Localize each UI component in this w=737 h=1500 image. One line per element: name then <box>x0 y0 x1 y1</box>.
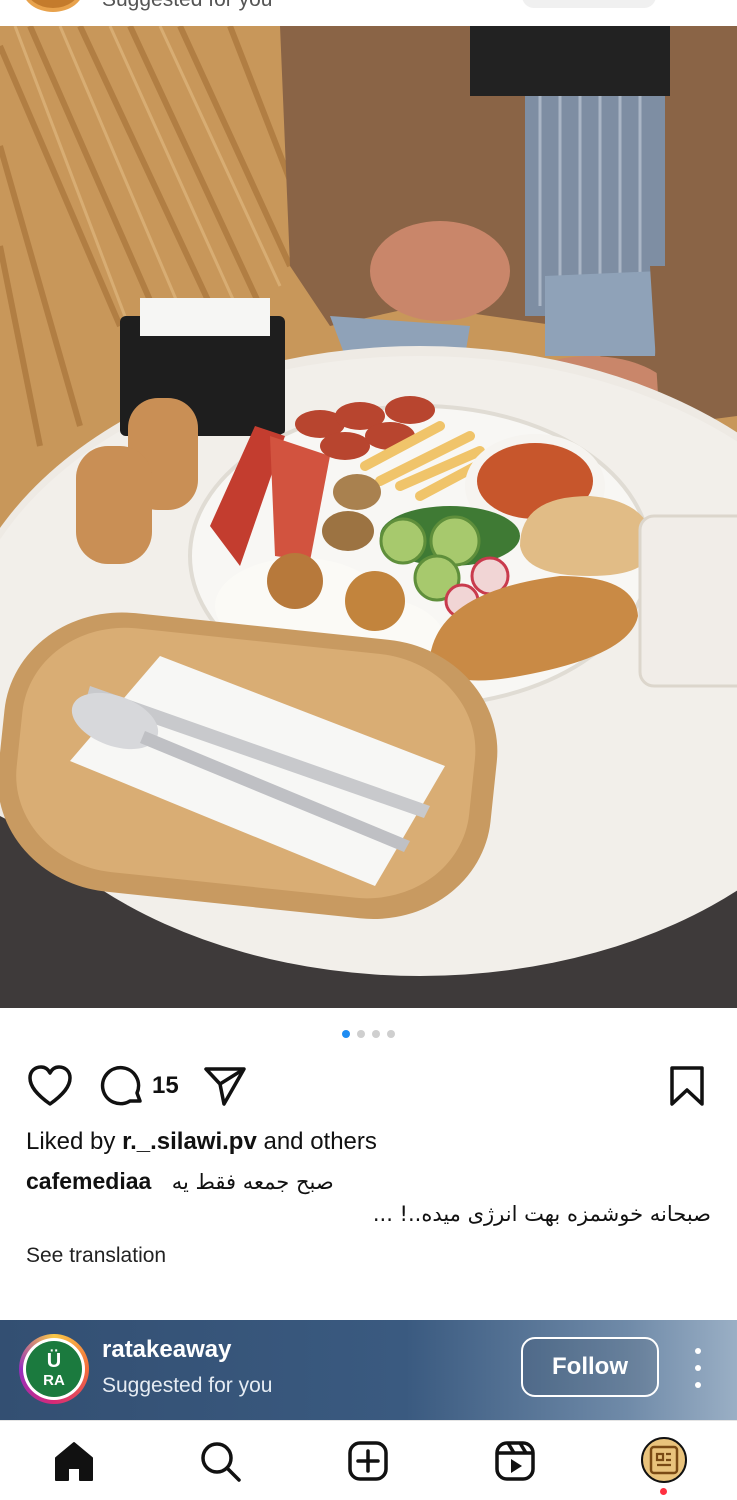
more-options-icon[interactable] <box>684 1348 712 1388</box>
paper-plane-icon <box>204 1067 246 1106</box>
follow-button[interactable] <box>522 0 656 8</box>
nav-reels[interactable] <box>493 1439 537 1483</box>
next-post-header: Ü RA ratakeaway Suggested for you Follow <box>0 1320 737 1420</box>
suggested-label: Suggested for you <box>102 0 272 12</box>
notification-dot <box>660 1488 667 1495</box>
carousel-dot-active <box>342 1030 350 1038</box>
profile-logo-icon <box>649 1445 679 1475</box>
liked-by-user[interactable]: r._.silawi.pv <box>122 1128 257 1155</box>
bottom-nav <box>0 1420 737 1500</box>
heart-icon <box>28 1065 72 1106</box>
avatar: Ü RA <box>23 1338 85 1400</box>
comment-count: 15 <box>152 1072 179 1099</box>
avatar-logo: Ü RA <box>26 1341 82 1397</box>
dot <box>695 1382 701 1388</box>
home-icon <box>55 1442 93 1481</box>
share-button[interactable] <box>202 1062 248 1110</box>
caption-text-more[interactable]: صبحانه خوشمزه بهت انرژی میده..! ... <box>373 1202 711 1226</box>
carousel-dot <box>357 1030 365 1038</box>
logo-glyph: Ü <box>46 1349 62 1372</box>
avatar-text: RA <box>43 1371 65 1389</box>
post-image[interactable] <box>0 26 737 1008</box>
bookmark-icon <box>670 1066 704 1106</box>
carousel-dot <box>372 1030 380 1038</box>
nav-search[interactable] <box>198 1439 242 1483</box>
plus-square-icon <box>348 1441 388 1481</box>
profile-avatar <box>643 1439 685 1481</box>
liked-by-suffix: and others <box>256 1128 377 1155</box>
nav-create[interactable] <box>346 1439 390 1483</box>
username[interactable]: ratakeaway <box>102 1336 231 1364</box>
top-partial-header: Suggested for you <box>0 0 737 26</box>
carousel-dot <box>387 1030 395 1038</box>
liked-by-text[interactable]: Liked by r._.silawi.pv and others <box>26 1128 377 1156</box>
caption-username[interactable]: cafemediaa <box>26 1168 151 1194</box>
carousel-indicator <box>0 1030 737 1038</box>
save-button[interactable] <box>666 1062 708 1110</box>
like-button[interactable] <box>26 1062 74 1110</box>
liked-by-prefix: Liked by <box>26 1128 123 1155</box>
reels-icon <box>495 1441 535 1481</box>
see-translation-link[interactable]: See translation <box>26 1244 166 1268</box>
nav-home[interactable] <box>52 1439 96 1483</box>
caption-text: صبح جمعه فقط یه <box>171 1170 334 1194</box>
dot <box>695 1348 701 1354</box>
post-action-bar: 15 <box>0 1062 737 1110</box>
caption: cafemediaa صبح جمعه فقط یه <box>26 1168 711 1195</box>
suggested-label: Suggested for you <box>102 1374 273 1397</box>
dot <box>695 1365 701 1371</box>
follow-button[interactable]: Follow <box>521 1337 659 1397</box>
avatar[interactable] <box>22 0 84 12</box>
comment-icon <box>100 1065 142 1106</box>
nav-profile[interactable] <box>641 1437 687 1483</box>
search-icon <box>201 1442 241 1482</box>
story-ring[interactable]: Ü RA <box>19 1334 89 1404</box>
comment-button[interactable]: 15 <box>100 1062 179 1110</box>
